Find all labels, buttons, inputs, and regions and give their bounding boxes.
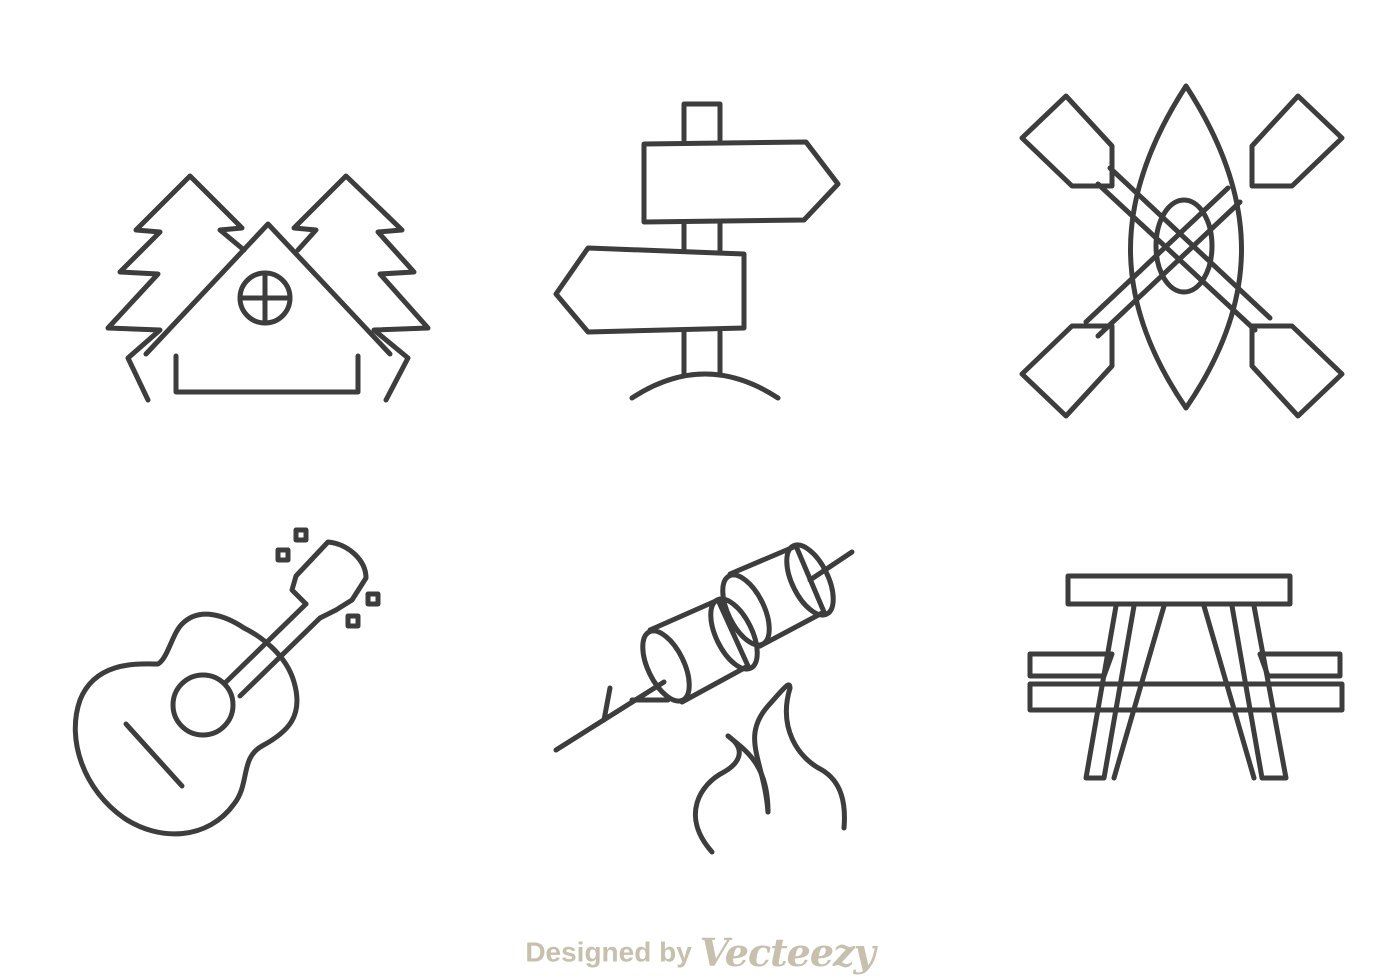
- picnic-table-icon: [1027, 573, 1345, 781]
- roasting-marshmallows-over-fire-icon: [553, 542, 855, 855]
- credit-prefix: Designed by: [525, 936, 692, 968]
- cabin-with-pine-trees-icon: [105, 173, 431, 403]
- kayak-with-crossed-paddles-icon: [1019, 83, 1345, 419]
- brand-logo-text[interactable]: Vecteezy: [700, 930, 876, 975]
- acoustic-guitar-icon: [72, 527, 381, 837]
- icon-set-canvas: [72, 83, 1345, 855]
- designer-credit: Designed by Vecteezy: [0, 930, 1400, 975]
- directional-signpost-icon: [553, 101, 841, 401]
